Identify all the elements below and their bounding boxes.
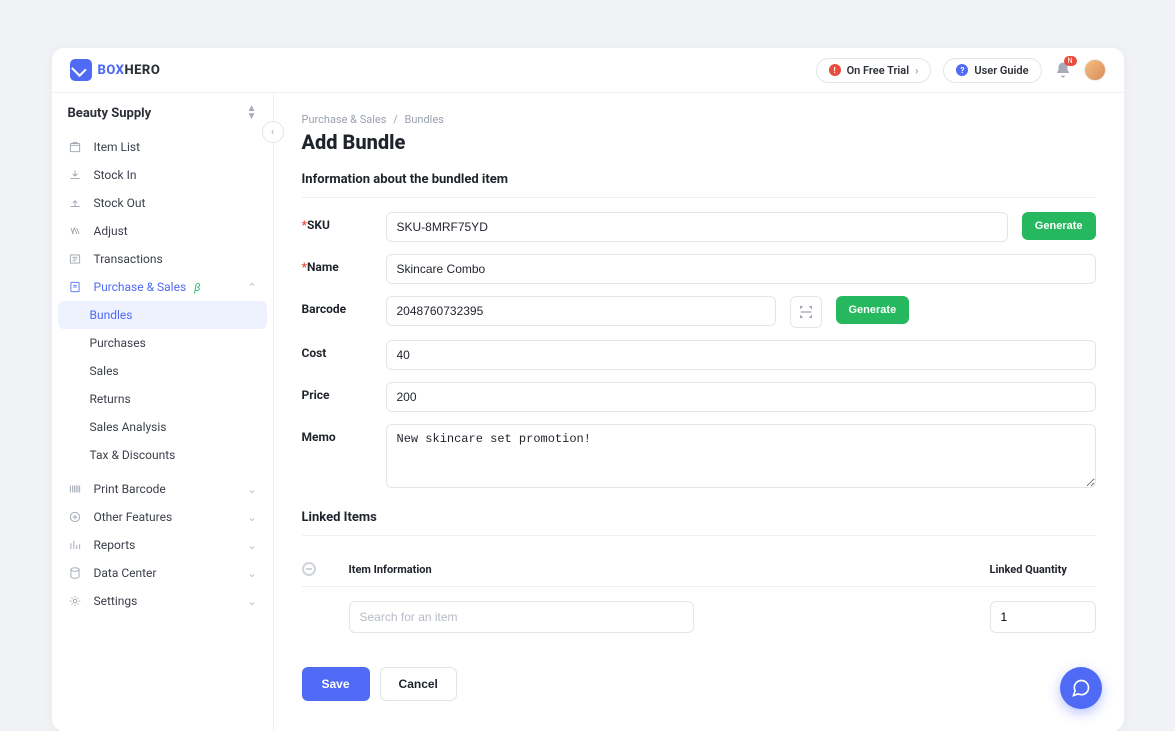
logo-mark-icon [70, 59, 92, 81]
label-barcode: Barcode [302, 296, 372, 316]
upload-icon [68, 196, 82, 210]
gear-icon [68, 594, 82, 608]
chart-icon [68, 538, 82, 552]
download-icon [68, 168, 82, 182]
topbar-right: ! On Free Trial › ? User Guide N [816, 58, 1106, 83]
remove-row-icon [302, 562, 316, 576]
logo[interactable]: BOXHERO [70, 59, 161, 81]
form-actions: Save Cancel [302, 667, 1096, 701]
scan-barcode-button[interactable] [790, 296, 822, 328]
scan-icon [798, 304, 814, 320]
nav-sales[interactable]: Sales [52, 357, 273, 385]
nav-print-barcode[interactable]: Print Barcode ⌄ [52, 475, 273, 503]
nav-stock-in[interactable]: Stock In [52, 161, 273, 189]
linked-items-header: Item Information Linked Quantity [302, 550, 1096, 587]
plus-circle-icon [68, 510, 82, 524]
nav-settings[interactable]: Settings ⌄ [52, 587, 273, 615]
chevron-down-icon: ⌄ [247, 511, 256, 524]
nav-bundles[interactable]: Bundles [58, 301, 267, 329]
section-linked-title: Linked Items [302, 510, 1096, 525]
nav-stock-out[interactable]: Stock Out [52, 189, 273, 217]
label-sku: *SKU [302, 212, 372, 232]
memo-textarea[interactable] [386, 424, 1096, 488]
help-fab[interactable] [1060, 667, 1102, 709]
divider [302, 535, 1096, 536]
divider [302, 197, 1096, 198]
generate-sku-button[interactable]: Generate [1022, 212, 1096, 240]
chevron-down-icon: ⌄ [247, 595, 256, 608]
nav-item-list[interactable]: Item List [52, 133, 273, 161]
barcode-icon [68, 482, 82, 496]
linked-item-row [302, 587, 1096, 633]
save-button[interactable]: Save [302, 667, 370, 701]
nav-other-features[interactable]: Other Features ⌄ [52, 503, 273, 531]
chevron-right-icon: › [915, 64, 918, 77]
price-input[interactable] [386, 382, 1096, 412]
avatar[interactable] [1084, 59, 1106, 81]
nav-returns[interactable]: Returns [52, 385, 273, 413]
nav-transactions[interactable]: Transactions [52, 245, 273, 273]
linked-item-search[interactable] [349, 601, 694, 633]
workspace-name: Beauty Supply [68, 106, 152, 121]
notifications-button[interactable]: N [1054, 61, 1072, 79]
trial-pill[interactable]: ! On Free Trial › [816, 58, 932, 83]
nav-purchases[interactable]: Purchases [52, 329, 273, 357]
breadcrumb-parent[interactable]: Purchase & Sales [302, 113, 387, 126]
app-window: BOXHERO ! On Free Trial › ? User Guide N… [52, 48, 1124, 731]
col-item-info: Item Information [336, 563, 976, 576]
adjust-icon [68, 224, 82, 238]
breadcrumb-separator: / [393, 113, 398, 126]
page-title: Add Bundle [302, 130, 1096, 154]
label-name: *Name [302, 254, 372, 274]
nav-purchase-sales[interactable]: Purchase & Sales β ⌃ [52, 273, 273, 301]
updown-icon: ▲▼ [247, 105, 257, 121]
linked-qty-input[interactable] [990, 601, 1096, 633]
section-info-title: Information about the bundled item [302, 172, 1096, 187]
nav-sales-analysis[interactable]: Sales Analysis [52, 413, 273, 441]
notif-badge: N [1064, 56, 1077, 66]
database-icon [68, 566, 82, 580]
topbar: BOXHERO ! On Free Trial › ? User Guide N [52, 48, 1124, 93]
nav-data-center[interactable]: Data Center ⌄ [52, 559, 273, 587]
label-price: Price [302, 382, 372, 402]
main-content: Purchase & Sales / Bundles Add Bundle In… [274, 93, 1124, 731]
beta-badge: β [194, 281, 200, 294]
chat-icon [1071, 678, 1091, 698]
sidebar: ‹ Beauty Supply ▲▼ Item List Stock In St… [52, 93, 274, 731]
chevron-down-icon: ⌄ [247, 483, 256, 496]
generate-barcode-button[interactable]: Generate [836, 296, 910, 324]
breadcrumb-current: Bundles [404, 113, 443, 126]
label-memo: Memo [302, 424, 372, 444]
chevron-up-icon: ⌃ [247, 281, 256, 294]
breadcrumb: Purchase & Sales / Bundles [302, 113, 1096, 126]
alert-icon: ! [829, 64, 841, 76]
name-input[interactable] [386, 254, 1096, 284]
col-linked-qty: Linked Quantity [990, 563, 1096, 576]
cost-input[interactable] [386, 340, 1096, 370]
nav-reports[interactable]: Reports ⌄ [52, 531, 273, 559]
sku-input[interactable] [386, 212, 1008, 242]
workspace-switcher[interactable]: Beauty Supply ▲▼ [52, 93, 273, 133]
chevron-down-icon: ⌄ [247, 567, 256, 580]
help-icon: ? [956, 64, 968, 76]
trial-label: On Free Trial [847, 64, 910, 77]
logo-text: BOXHERO [98, 63, 161, 78]
barcode-input[interactable] [386, 296, 776, 326]
receipt-icon [68, 280, 82, 294]
nav-tax-discounts[interactable]: Tax & Discounts [52, 441, 273, 469]
cancel-button[interactable]: Cancel [380, 667, 457, 701]
chevron-down-icon: ⌄ [247, 539, 256, 552]
label-cost: Cost [302, 340, 372, 360]
guide-pill[interactable]: ? User Guide [943, 58, 1041, 83]
guide-label: User Guide [974, 64, 1028, 77]
nav-adjust[interactable]: Adjust [52, 217, 273, 245]
box-icon [68, 140, 82, 154]
list-icon [68, 252, 82, 266]
